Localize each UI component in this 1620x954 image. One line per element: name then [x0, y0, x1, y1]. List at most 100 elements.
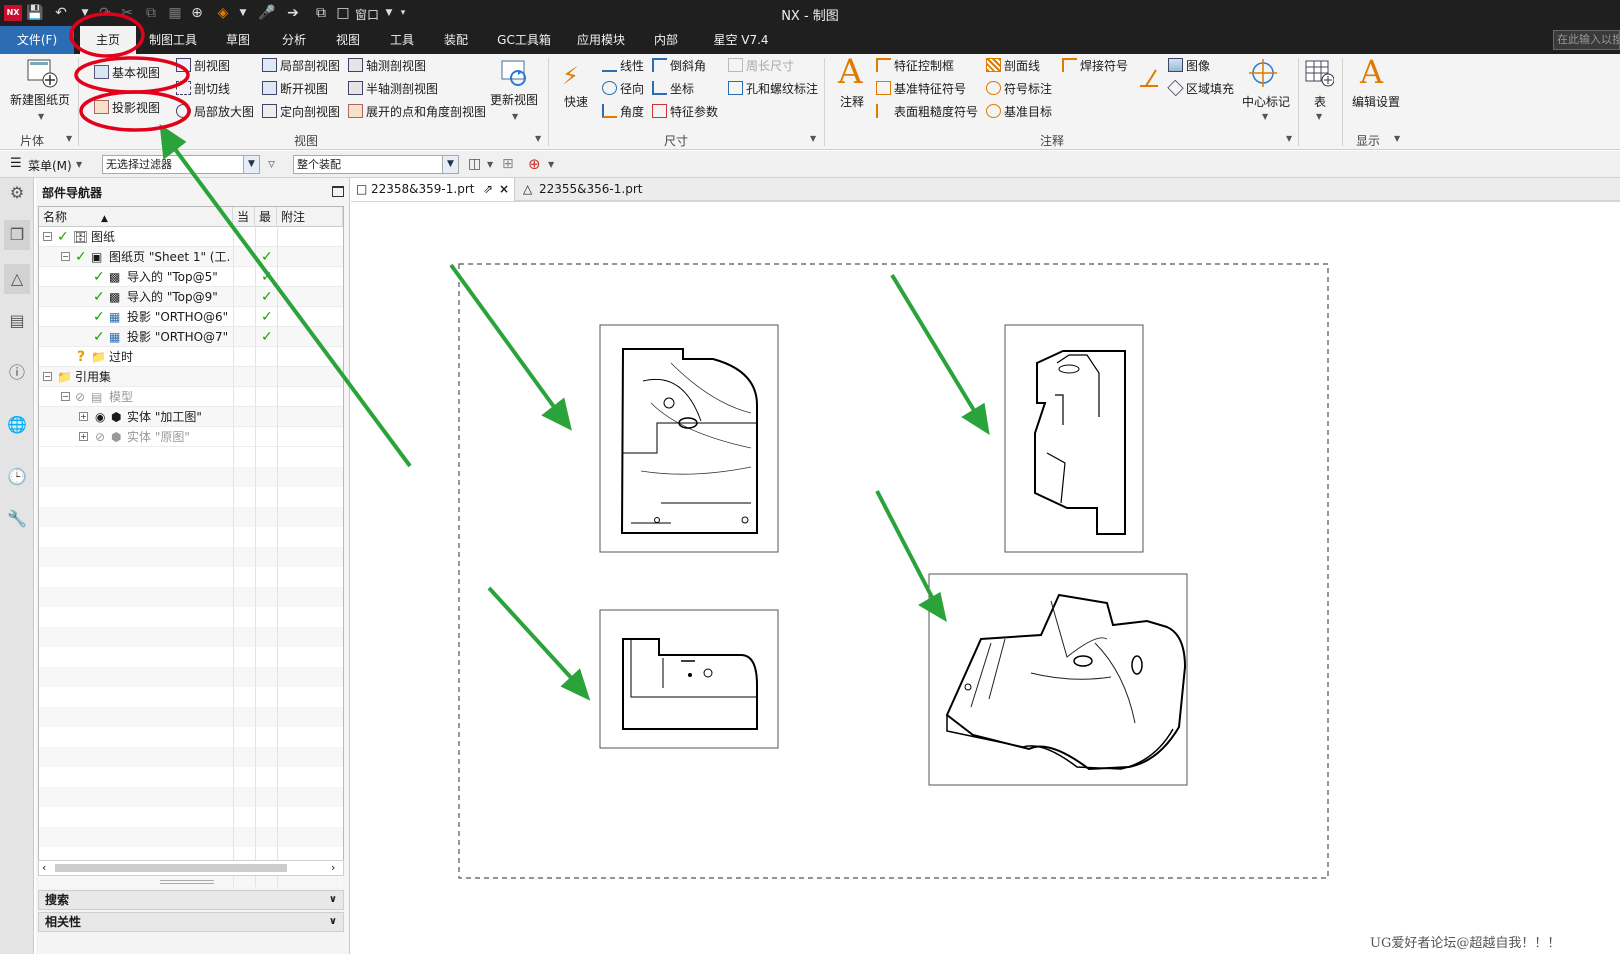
drawing-canvas[interactable] [351, 203, 1620, 954]
resource-settings-gear-icon[interactable]: ⚙ [4, 178, 30, 208]
table-dropdown-icon[interactable]: ▼ [1316, 112, 1322, 121]
feature-params-button[interactable]: 特征参数 [652, 104, 718, 120]
undock-icon[interactable]: ⇗ [483, 178, 493, 201]
ordinate-dimension-button[interactable]: 坐标 [652, 81, 694, 97]
fcf-button[interactable]: 特征控制框 [876, 58, 954, 74]
close-tab-icon[interactable]: × [499, 178, 509, 201]
tree-row-view[interactable]: ✓ ▦ 投影 "ORTHO@6" ✓ [39, 307, 343, 327]
tree-row-outdated[interactable]: ? 📁 过时 [39, 347, 343, 367]
tab-assembly[interactable]: 装配 [430, 26, 482, 54]
history-clock-icon[interactable]: 🕒 [4, 462, 30, 492]
sheet-group-more-icon[interactable]: ▼ [66, 134, 72, 143]
expand-icon[interactable]: + [79, 412, 88, 421]
chamfer-dimension-button[interactable]: 倒斜角 [652, 58, 706, 74]
navigator-tree-table[interactable]: 名称 ▲ 当 最 附注 − ✓ 🗄 图纸 − ✓ ▣ 图纸页 "Sheet 1" … [38, 206, 344, 887]
tree-row-model[interactable]: − ⊘ ▤ 模型 [39, 387, 343, 407]
new-sheet-icon[interactable] [26, 58, 58, 88]
angular-dimension-button[interactable]: 角度 [602, 104, 644, 120]
web-browser-icon[interactable]: 🌐 [4, 410, 30, 440]
point-inference-dropdown-icon[interactable]: ▼ [548, 160, 554, 169]
update-views-icon[interactable] [500, 58, 530, 88]
table-button[interactable]: 表 [1314, 94, 1326, 110]
section-view-button[interactable]: 剖视图 [176, 58, 230, 74]
collapse-icon[interactable]: − [43, 232, 52, 241]
type-filter-dropdown-icon[interactable]: ▼ [243, 156, 259, 173]
axonometric-section-button[interactable]: 轴测剖视图 [348, 58, 426, 74]
tab-analysis[interactable]: 分析 [268, 26, 320, 54]
column-header-current[interactable]: 当 [233, 207, 255, 227]
type-filter-select[interactable]: 无选择过滤器 ▼ [102, 155, 260, 174]
perimeter-dimension-button[interactable]: 周长尺寸 [728, 58, 794, 74]
tab-file[interactable]: 文件(F) [0, 26, 74, 54]
expand-icon[interactable]: + [79, 432, 88, 441]
tab-view[interactable]: 视图 [322, 26, 374, 54]
snap-point-icon[interactable]: ⊞ [502, 156, 514, 172]
tab-home[interactable]: 主页 [80, 26, 136, 54]
center-mark-button[interactable]: 中心标记 [1242, 94, 1290, 110]
drawing-view-isometric[interactable] [928, 573, 1188, 786]
update-views-dropdown-icon[interactable]: ▼ [512, 112, 518, 121]
column-header-latest[interactable]: 最 [255, 207, 277, 227]
chevron-down-icon[interactable]: ∨ [329, 891, 337, 909]
view-group-more-icon[interactable]: ▼ [535, 134, 541, 143]
symbol-callout-button[interactable]: 符号标注 [986, 81, 1052, 97]
hole-thread-callout-button[interactable]: 孔和螺纹标注 [728, 81, 818, 97]
tab-xingkong[interactable]: 星空 V7.4 [696, 26, 786, 54]
search-section-header[interactable]: 搜索 ∨ [38, 890, 344, 910]
table-icon[interactable] [1304, 58, 1335, 88]
panel-splitter-handle[interactable] [160, 880, 214, 884]
info-circle-icon[interactable]: ⓘ [4, 358, 30, 388]
tab-tools[interactable]: 工具 [376, 26, 428, 54]
general-filter-dropdown-icon[interactable]: ▼ [487, 160, 493, 169]
tab-applications[interactable]: 应用模块 [566, 26, 636, 54]
scroll-left-icon[interactable]: ‹ [42, 861, 46, 874]
doc-tab[interactable]: △ 22355&356-1.prt [519, 178, 679, 201]
selection-scope-select[interactable]: 整个装配 ▼ [293, 155, 459, 174]
datum-feature-button[interactable]: 基准特征符号 [876, 81, 966, 97]
base-view-button[interactable]: 基本视图 [94, 65, 160, 81]
tree-row-drawing[interactable]: − ✓ 🗄 图纸 [39, 227, 343, 247]
scrollbar-thumb[interactable] [55, 864, 287, 872]
tree-row-sheet[interactable]: − ✓ ▣ 图纸页 "Sheet 1" (工... ✓ [39, 247, 343, 267]
general-filter-icon[interactable]: ◫ [468, 156, 481, 172]
tab-gc-toolkit[interactable]: GC工具箱 [486, 26, 562, 54]
tab-sketch[interactable]: 草图 [212, 26, 264, 54]
horizontal-scrollbar[interactable]: ‹ › [38, 860, 344, 876]
projected-view-button[interactable]: 投影视图 [94, 100, 160, 116]
scroll-right-icon[interactable]: › [331, 861, 335, 874]
main-menu-button[interactable]: 菜单(M) [28, 157, 72, 174]
drawing-view-top[interactable] [599, 324, 779, 553]
drawing-view-side[interactable] [1004, 324, 1144, 553]
break-out-section-button[interactable]: 局部剖视图 [262, 58, 340, 74]
linear-dimension-button[interactable]: 线性 [602, 58, 644, 74]
drawing-view-front[interactable] [599, 609, 779, 749]
menu-icon[interactable]: ☰ [10, 156, 22, 171]
edit-settings-icon[interactable]: A [1360, 54, 1394, 90]
note-button[interactable]: 注释 [840, 94, 864, 110]
doc-tab-active[interactable]: □ 22358&359-1.prt ⇗ × [351, 178, 515, 201]
rapid-dimension-icon[interactable]: ⚡ [562, 62, 590, 90]
point-inference-icon[interactable]: ⊕ [528, 155, 541, 173]
new-sheet-dropdown-icon[interactable]: ▼ [38, 112, 44, 121]
leader-icon[interactable] [1136, 64, 1162, 90]
oriented-section-button[interactable]: 定向剖视图 [262, 104, 340, 120]
tree-row-body[interactable]: + ⊘ ⬢ 实体 "原图" [39, 427, 343, 447]
rapid-dimension-button[interactable]: 快速 [564, 94, 588, 110]
detail-view-button[interactable]: 局部放大图 [176, 104, 254, 120]
collapse-icon[interactable]: − [43, 372, 52, 381]
area-fill-button[interactable]: 区域填充 [1167, 79, 1234, 97]
image-button[interactable]: 图像 [1168, 58, 1210, 74]
reuse-library-icon[interactable]: ▤ [4, 306, 30, 336]
filter-funnel-icon[interactable]: ▿ [268, 156, 275, 172]
half-axo-section-button[interactable]: 半轴测剖视图 [348, 81, 438, 97]
tab-internal[interactable]: 内部 [640, 26, 692, 54]
update-views-button[interactable]: 更新视图 [490, 92, 538, 108]
radial-dimension-button[interactable]: 径向 [602, 81, 644, 97]
edit-settings-button[interactable]: 编辑设置 [1352, 94, 1400, 110]
annotation-group-more-icon[interactable]: ▼ [1286, 134, 1292, 143]
note-icon[interactable]: A [838, 54, 868, 90]
dependencies-section-header[interactable]: 相关性 ∨ [38, 912, 344, 932]
column-header-notes[interactable]: 附注 [277, 207, 343, 227]
crosshatch-button[interactable]: 剖面线 [986, 58, 1040, 74]
hidden-eye-icon[interactable]: ⊘ [75, 387, 85, 407]
